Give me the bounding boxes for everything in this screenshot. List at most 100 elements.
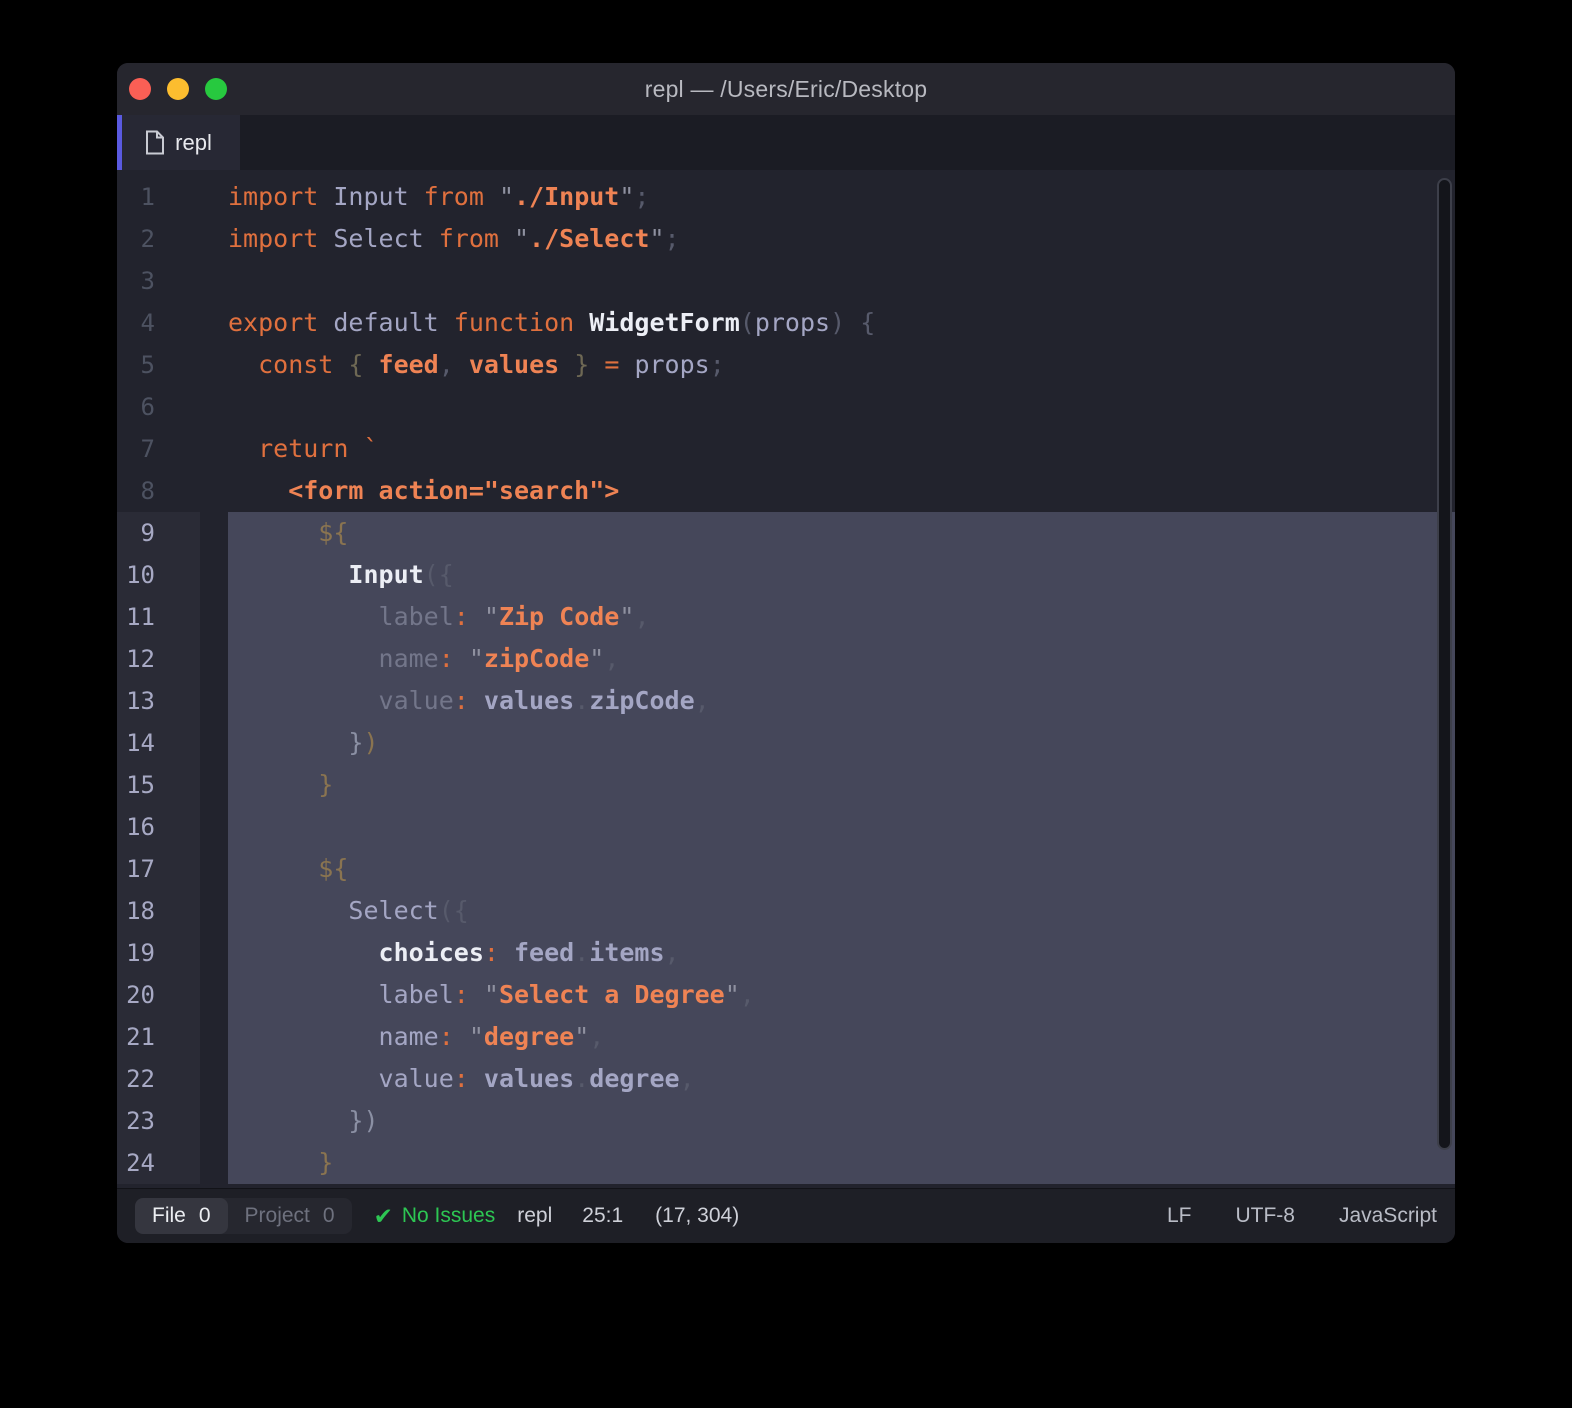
code-line-18: 18 Select({ — [117, 890, 1455, 932]
scope-project-button[interactable]: Project 0 — [228, 1198, 352, 1234]
gutter-gap — [200, 638, 228, 680]
scope-project-label: Project — [244, 1204, 310, 1227]
line-ending-indicator[interactable]: LF — [1167, 1204, 1192, 1228]
code-text: Input({ — [228, 554, 1455, 596]
code-line-5: 5 const { feed, values } = props; — [117, 344, 1455, 386]
close-button[interactable] — [129, 78, 151, 100]
line-number: 23 — [117, 1100, 200, 1142]
line-number: 12 — [117, 638, 200, 680]
code-text: Select({ — [228, 890, 1455, 932]
gutter-gap — [200, 554, 228, 596]
code-line-8: 8 <form action="search"> — [117, 470, 1455, 512]
code-text: }) — [228, 1100, 1455, 1142]
code-text: choices: feed.items, — [228, 932, 1455, 974]
line-number: 17 — [117, 848, 200, 890]
code-text: } — [228, 764, 1455, 806]
code-line-2: 2 import Select from "./Select"; — [117, 218, 1455, 260]
tab-repl[interactable]: repl — [117, 115, 240, 170]
gutter-gap — [200, 386, 228, 428]
code-text: name: "degree", — [228, 1016, 1455, 1058]
encoding-indicator[interactable]: UTF-8 — [1235, 1204, 1295, 1228]
code-text: value: values.degree, — [228, 1058, 1455, 1100]
app-window: repl — /Users/Eric/Desktop repl 1 import … — [117, 63, 1455, 1243]
gutter-gap — [200, 176, 228, 218]
code-text: value: values.zipCode, — [228, 680, 1455, 722]
line-number: 14 — [117, 722, 200, 764]
document-icon — [146, 130, 165, 155]
code-line-11: 11 label: "Zip Code", — [117, 596, 1455, 638]
code-line-21: 21 name: "degree", — [117, 1016, 1455, 1058]
gutter-gap — [200, 806, 228, 848]
gutter-gap — [200, 974, 228, 1016]
code-line-13: 13 value: values.zipCode, — [117, 680, 1455, 722]
code-line-4: 4 export default function WidgetForm(prop… — [117, 302, 1455, 344]
code-line-3: 3 — [117, 260, 1455, 302]
gutter-gap — [200, 218, 228, 260]
line-number: 1 — [140, 183, 155, 211]
title-bar[interactable]: repl — /Users/Eric/Desktop — [117, 63, 1455, 115]
language-indicator[interactable]: JavaScript — [1339, 1204, 1437, 1228]
code-line-23: 23 }) — [117, 1100, 1455, 1142]
vertical-scrollbar-thumb[interactable] — [1437, 178, 1452, 1150]
line-number: 22 — [117, 1058, 200, 1100]
check-icon: ✔ — [373, 1202, 393, 1229]
gutter-gap — [200, 260, 228, 302]
line-number: 15 — [117, 764, 200, 806]
statusbar-right: LF UTF-8 JavaScript — [1167, 1204, 1437, 1228]
cursor-position[interactable]: 25:1 — [582, 1204, 623, 1228]
code-editor[interactable]: 1 import Input from "./Input"; 2 import Sel… — [117, 170, 1455, 1188]
issues-scope-switch: File 0 Project 0 — [135, 1198, 352, 1234]
gutter-gap — [200, 890, 228, 932]
code-line-7: 7 return ` — [117, 428, 1455, 470]
tab-bar: repl — [117, 115, 1455, 170]
code-text: return ` — [228, 434, 379, 463]
line-number: 11 — [117, 596, 200, 638]
line-number: 20 — [117, 974, 200, 1016]
code-text — [228, 806, 1455, 848]
code-text: ${ — [228, 512, 1455, 554]
code-text: <form action="search"> — [228, 476, 620, 505]
line-number: 19 — [117, 932, 200, 974]
code-line-17: 17 ${ — [117, 848, 1455, 890]
gutter-gap — [200, 302, 228, 344]
gutter-gap — [200, 680, 228, 722]
line-number: 3 — [140, 267, 155, 295]
status-bar: File 0 Project 0 ✔ No Issues repl 25:1 (… — [117, 1188, 1455, 1243]
code-text: const { feed, values } = props; — [228, 350, 725, 379]
line-number: 10 — [117, 554, 200, 596]
minimize-button[interactable] — [167, 78, 189, 100]
gutter-gap — [200, 722, 228, 764]
code-text: } — [228, 1142, 1455, 1184]
traffic-lights — [129, 63, 227, 115]
line-number: 18 — [117, 890, 200, 932]
document-name: repl — [517, 1204, 553, 1227]
line-number: 7 — [140, 435, 155, 463]
line-number: 9 — [117, 512, 200, 554]
gutter-gap — [200, 344, 228, 386]
line-number: 6 — [140, 393, 155, 421]
gutter-gap — [200, 848, 228, 890]
line-number: 4 — [140, 309, 155, 337]
tab-label: repl — [175, 129, 212, 155]
code-line-24: 24 } — [117, 1142, 1455, 1184]
zoom-button[interactable] — [205, 78, 227, 100]
code-line-10: 10 Input({ — [117, 554, 1455, 596]
gutter-gap — [200, 428, 228, 470]
scope-file-button[interactable]: File 0 — [135, 1198, 228, 1234]
code-text: import Select from "./Select"; — [228, 224, 680, 253]
code-line-19: 19 choices: feed.items, — [117, 932, 1455, 974]
code-line-6: 6 — [117, 386, 1455, 428]
line-number: 13 — [117, 680, 200, 722]
gutter-gap — [200, 1016, 228, 1058]
window-title: repl — /Users/Eric/Desktop — [644, 75, 928, 102]
gutter-gap — [200, 932, 228, 974]
code-line-15: 15 } — [117, 764, 1455, 806]
gutter-gap — [200, 1100, 228, 1142]
no-issues-status[interactable]: ✔ No Issues — [374, 1203, 496, 1230]
line-number: 16 — [117, 806, 200, 848]
code-text: label: "Select a Degree", — [228, 974, 1455, 1016]
code-line-20: 20 label: "Select a Degree", — [117, 974, 1455, 1016]
code-text: name: "zipCode", — [228, 638, 1455, 680]
gutter-gap — [200, 764, 228, 806]
code-line-1: 1 import Input from "./Input"; — [117, 176, 1455, 218]
